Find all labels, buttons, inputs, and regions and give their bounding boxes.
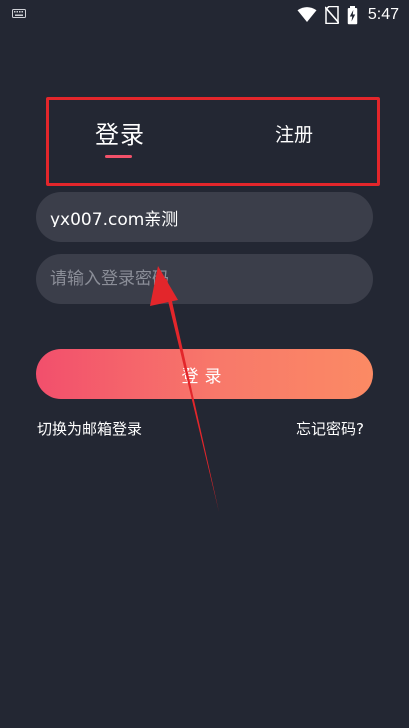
active-tab-indicator (105, 155, 132, 158)
battery-charging-icon (347, 5, 358, 24)
status-bar: 5:47 (0, 0, 409, 30)
no-sim-icon (324, 6, 339, 24)
keyboard-icon (12, 9, 26, 18)
wifi-icon (297, 7, 317, 22)
tab-register[interactable]: 注册 (275, 120, 313, 147)
account-input[interactable] (50, 207, 359, 227)
switch-email-login-link[interactable]: 切换为邮箱登录 (37, 418, 142, 439)
password-input[interactable] (50, 269, 359, 289)
login-button[interactable]: 登录 (36, 349, 373, 399)
password-field[interactable] (36, 254, 373, 304)
status-time: 5:47 (367, 6, 399, 23)
tab-login[interactable]: 登录 (95, 115, 145, 150)
forgot-password-link[interactable]: 忘记密码? (296, 418, 364, 439)
account-field[interactable] (36, 192, 373, 242)
